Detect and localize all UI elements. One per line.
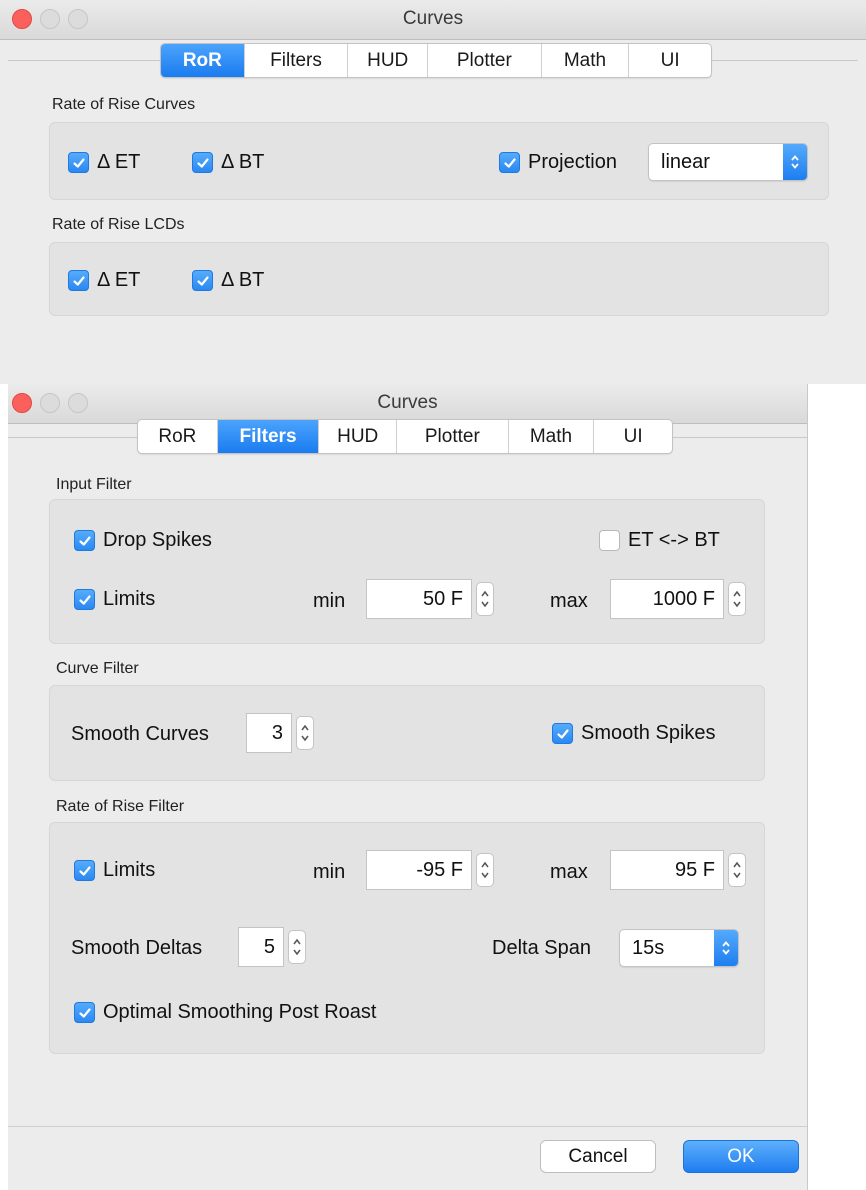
checkbox-label: Projection xyxy=(528,151,617,173)
ror-curves-delta-et-checkbox[interactable]: Δ ET xyxy=(68,151,140,174)
tab-ror[interactable]: RoR xyxy=(138,420,218,453)
checkmark-icon xyxy=(552,723,573,744)
drop-spikes-checkbox[interactable]: Drop Spikes xyxy=(74,529,212,552)
checkmark-icon xyxy=(74,1002,95,1023)
ror-curves-group: Δ ET Δ BT Projection linear xyxy=(49,122,829,200)
ror-min-stepper: -95 F xyxy=(366,850,494,890)
delta-span-select[interactable]: 15s xyxy=(619,929,739,967)
tab-bar: RoR Filters HUD Plotter Math UI xyxy=(137,419,673,454)
ror-lcds-heading: Rate of Rise LCDs xyxy=(52,216,185,233)
ror-max-label: max xyxy=(550,861,588,883)
checkmark-icon xyxy=(192,270,213,291)
optimal-smoothing-checkbox[interactable]: Optimal Smoothing Post Roast xyxy=(74,1001,376,1024)
input-max-label: max xyxy=(550,590,588,612)
checkbox-empty-icon xyxy=(599,530,620,551)
popup-arrows-icon xyxy=(714,930,738,966)
curves-dialog-filters: Curves RoR Filters HUD Plotter Math UI I… xyxy=(8,384,808,1190)
checkbox-label: ET <-> BT xyxy=(628,529,720,551)
swap-et-bt-checkbox[interactable]: ET <-> BT xyxy=(599,529,720,552)
tab-math[interactable]: Math xyxy=(509,420,595,453)
projection-mode-value: linear xyxy=(661,150,710,173)
title-bar: Curves xyxy=(8,384,807,424)
ror-min-field[interactable]: -95 F xyxy=(366,850,472,890)
smooth-deltas-label: Smooth Deltas xyxy=(71,937,203,959)
checkmark-icon xyxy=(74,589,95,610)
checkmark-icon xyxy=(192,152,213,173)
stepper-arrows-icon[interactable] xyxy=(288,930,306,964)
stepper-arrows-icon[interactable] xyxy=(476,582,494,616)
cancel-button[interactable]: Cancel xyxy=(540,1140,656,1173)
tab-filters[interactable]: Filters xyxy=(217,420,320,453)
projection-checkbox[interactable]: Projection xyxy=(499,151,617,174)
ror-curves-delta-bt-checkbox[interactable]: Δ BT xyxy=(192,151,264,174)
checkmark-icon xyxy=(68,152,89,173)
checkmark-icon xyxy=(499,152,520,173)
tab-bar: RoR Filters HUD Plotter Math UI xyxy=(160,43,712,78)
stepper-arrows-icon[interactable] xyxy=(728,853,746,887)
title-bar: Curves xyxy=(0,0,866,40)
ror-lcds-delta-bt-checkbox[interactable]: Δ BT xyxy=(192,269,264,292)
smooth-curves-field[interactable]: 3 xyxy=(246,713,292,753)
input-min-field[interactable]: 50 F xyxy=(366,579,472,619)
input-filter-group: Drop Spikes ET <-> BT Limits min 50 F ma… xyxy=(49,499,765,644)
input-max-stepper: 1000 F xyxy=(610,579,746,619)
ror-max-field[interactable]: 95 F xyxy=(610,850,724,890)
window-title: Curves xyxy=(377,392,438,413)
ror-filter-group: Limits min -95 F max 95 F Smooth Deltas … xyxy=(49,822,765,1054)
tab-filters[interactable]: Filters xyxy=(245,44,349,77)
checkbox-label: Δ BT xyxy=(221,151,265,173)
tab-plotter[interactable]: Plotter xyxy=(428,44,542,77)
ror-lcds-group: Δ ET Δ BT xyxy=(49,242,829,316)
input-limits-checkbox[interactable]: Limits xyxy=(74,588,155,611)
projection-mode-select[interactable]: linear xyxy=(648,143,808,181)
checkbox-label: Limits xyxy=(103,859,156,881)
stepper-arrows-icon[interactable] xyxy=(476,853,494,887)
input-max-field[interactable]: 1000 F xyxy=(610,579,724,619)
smooth-deltas-stepper: 5 xyxy=(238,927,306,967)
ror-limits-checkbox[interactable]: Limits xyxy=(74,859,155,882)
curves-dialog-ror: Curves RoR Filters HUD Plotter Math UI R… xyxy=(0,0,866,384)
input-filter-heading: Input Filter xyxy=(56,476,132,493)
curve-filter-heading: Curve Filter xyxy=(56,660,139,677)
tab-hud[interactable]: HUD xyxy=(319,420,398,453)
checkbox-label: Δ ET xyxy=(97,269,141,291)
tab-ui[interactable]: UI xyxy=(629,44,711,77)
window-title: Curves xyxy=(402,8,464,29)
checkbox-label: Δ ET xyxy=(97,151,141,173)
checkbox-label: Drop Spikes xyxy=(103,529,212,551)
checkmark-icon xyxy=(68,270,89,291)
checkbox-label: Δ BT xyxy=(221,269,265,291)
tab-ror[interactable]: RoR xyxy=(161,44,245,77)
ror-max-stepper: 95 F xyxy=(610,850,746,890)
tab-hud[interactable]: HUD xyxy=(348,44,429,77)
checkmark-icon xyxy=(74,530,95,551)
smooth-spikes-checkbox[interactable]: Smooth Spikes xyxy=(552,722,716,745)
ror-filter-heading: Rate of Rise Filter xyxy=(56,798,185,815)
delta-span-label: Delta Span xyxy=(492,937,591,959)
ror-lcds-delta-et-checkbox[interactable]: Δ ET xyxy=(68,269,140,292)
dialog-footer: Cancel OK xyxy=(8,1126,807,1190)
delta-span-value: 15s xyxy=(632,936,665,959)
checkbox-label: Limits xyxy=(103,588,156,610)
checkmark-icon xyxy=(74,860,95,881)
checkbox-label: Optimal Smoothing Post Roast xyxy=(103,1001,377,1023)
popup-arrows-icon xyxy=(783,144,807,180)
smooth-deltas-field[interactable]: 5 xyxy=(238,927,284,967)
input-min-stepper: 50 F xyxy=(366,579,494,619)
ror-curves-heading: Rate of Rise Curves xyxy=(52,96,196,113)
stepper-arrows-icon[interactable] xyxy=(296,716,314,750)
smooth-curves-label: Smooth Curves xyxy=(71,723,209,745)
checkbox-label: Smooth Spikes xyxy=(581,722,716,744)
tab-ui[interactable]: UI xyxy=(594,420,672,453)
ror-min-label: min xyxy=(313,861,346,883)
tab-math[interactable]: Math xyxy=(542,44,630,77)
tab-plotter[interactable]: Plotter xyxy=(397,420,509,453)
ok-button[interactable]: OK xyxy=(683,1140,799,1173)
curve-filter-group: Smooth Curves 3 Smooth Spikes xyxy=(49,685,765,781)
input-min-label: min xyxy=(313,590,346,612)
stepper-arrows-icon[interactable] xyxy=(728,582,746,616)
smooth-curves-stepper: 3 xyxy=(246,713,314,753)
